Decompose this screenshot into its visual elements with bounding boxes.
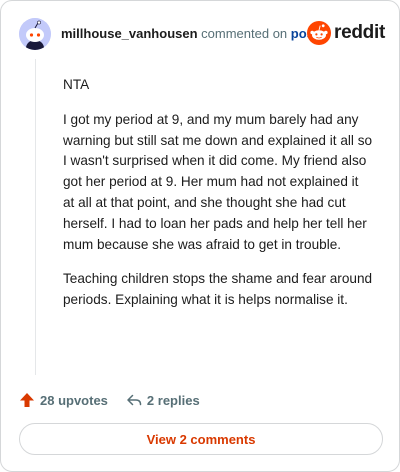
upvote-count: 28 upvotes [40,392,108,408]
reddit-logo-icon [307,21,332,45]
comment-paragraph: I got my period at 9, and my mum barely … [63,111,373,252]
comment-paragraph: NTA [63,77,90,92]
comment-paragraph: Teaching children stops the shame and fe… [63,271,373,308]
comment-card: millhouse_vanhousen commented on post re… [0,0,400,472]
snoo-avatar-icon[interactable] [19,18,51,50]
comment-meta: millhouse_vanhousen commented on post [61,26,318,42]
comment-actions: 28 upvotes 2 replies [19,389,218,411]
comment-body: NTA I got my period at 9, and my mum bar… [63,75,373,325]
upvote-button[interactable]: 28 upvotes [19,392,108,408]
view-comments-button[interactable]: View 2 comments [19,423,383,455]
action-text: commented on [201,26,288,41]
reply-arrow-icon [127,394,142,406]
reply-count: 2 replies [146,392,200,408]
upvote-arrow-icon [20,393,34,407]
reddit-logo[interactable]: reddit [307,21,385,45]
reply-button[interactable]: 2 replies [126,392,200,408]
thread-line [35,59,36,375]
comment-header: millhouse_vanhousen commented on post re… [19,17,385,51]
reddit-wordmark: reddit [334,22,385,43]
username-link[interactable]: millhouse_vanhousen [61,26,198,41]
